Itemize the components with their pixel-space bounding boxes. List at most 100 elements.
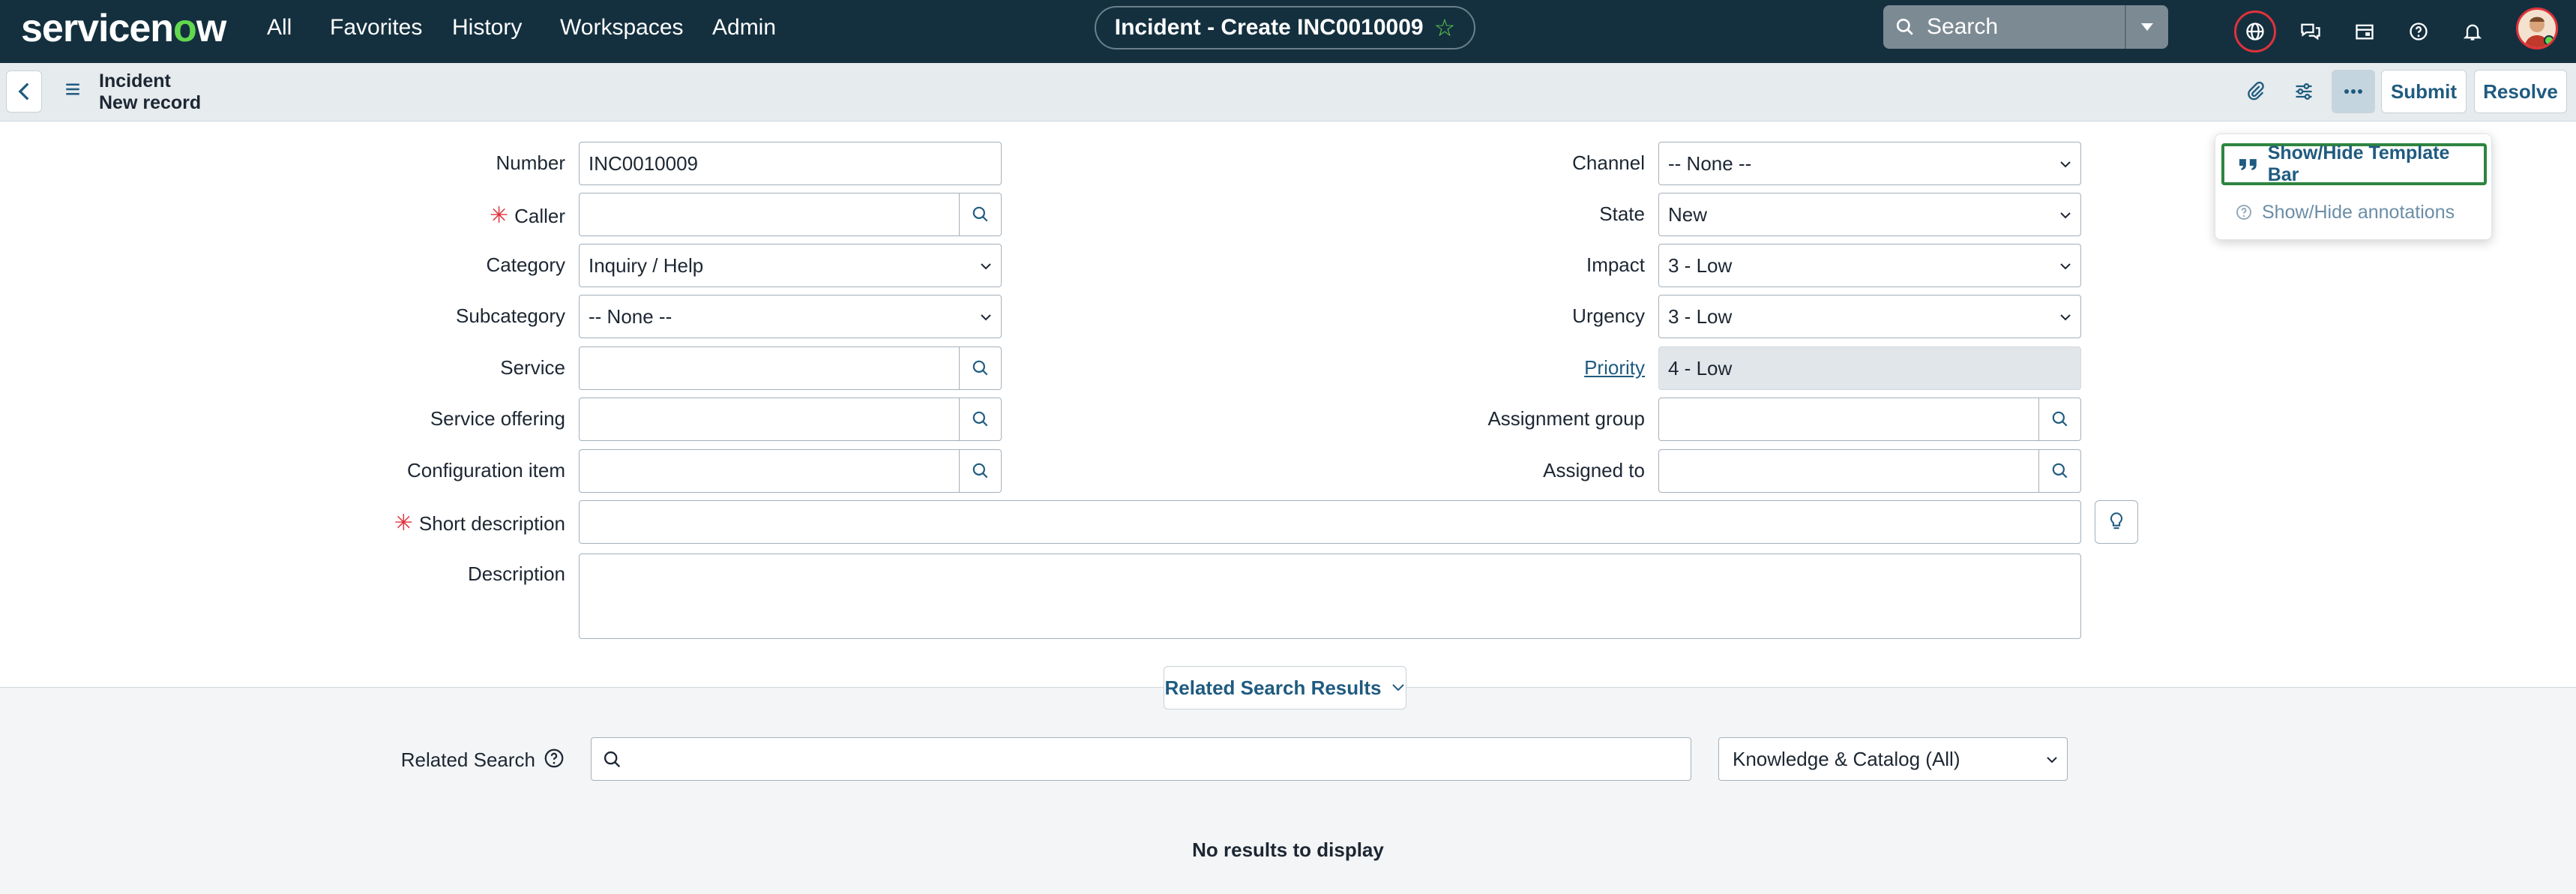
nav-item-history[interactable]: History <box>452 15 522 40</box>
help-icon[interactable] <box>2398 10 2440 52</box>
more-options-menu: Show/Hide Template Bar Show/Hide annotat… <box>2215 134 2492 240</box>
assignment-group-label: Assignment group <box>1487 407 1645 430</box>
globe-icon[interactable] <box>2234 10 2276 52</box>
logo-text-prefix: servicen <box>21 7 174 50</box>
related-search-input[interactable] <box>591 737 1691 781</box>
state-label: State <box>1599 202 1645 225</box>
nav-item-workspaces[interactable]: Workspaces <box>560 15 684 40</box>
menu-item-show-hide-annotations[interactable]: Show/Hide annotations <box>2221 191 2487 233</box>
form-context-menu-icon[interactable] <box>61 78 84 106</box>
channel-value: -- None -- <box>1668 152 1752 175</box>
chevron-down-icon <box>981 263 991 270</box>
calendar-icon[interactable] <box>2344 10 2386 52</box>
record-title: Incident New record <box>99 70 201 114</box>
presence-status-dot <box>2544 35 2554 46</box>
priority-label-link[interactable]: Priority <box>1424 356 1645 380</box>
record-context-title: Incident - Create INC0010009 <box>1114 15 1424 40</box>
lightbulb-suggestion-icon[interactable] <box>2095 500 2138 544</box>
user-avatar[interactable] <box>2516 8 2558 50</box>
assignment-group-lookup-search-icon[interactable] <box>2039 398 2081 441</box>
subcategory-select[interactable]: -- None -- <box>579 295 1002 338</box>
no-results-message: No results to display <box>1192 838 1384 861</box>
impact-label: Impact <box>1586 254 1645 276</box>
more-options-icon[interactable] <box>2332 70 2375 113</box>
related-search-label: Related Search <box>400 748 535 771</box>
short-description-field[interactable] <box>579 500 2081 544</box>
service-offering-label: Service offering <box>430 407 565 430</box>
record-table-name: Incident <box>99 70 171 92</box>
top-navigation-bar: servicenow All Favorites History Workspa… <box>0 0 2576 63</box>
subcategory-value: -- None -- <box>589 304 672 328</box>
related-search-results-label: Related Search Results <box>1164 676 1382 699</box>
related-search-results-toggle[interactable]: Related Search Results <box>1164 666 1406 710</box>
subcategory-label: Subcategory <box>456 304 565 327</box>
paperclip-icon[interactable] <box>2234 70 2278 113</box>
channel-label: Channel <box>1572 152 1645 174</box>
channel-select[interactable]: -- None -- <box>1658 142 2081 185</box>
caller-lookup-search-icon[interactable] <box>960 193 1002 236</box>
impact-value: 3 - Low <box>1668 254 1733 277</box>
nav-item-all[interactable]: All <box>267 15 292 40</box>
nav-item-favorites[interactable]: Favorites <box>330 15 422 40</box>
chevron-down-icon <box>2060 263 2071 270</box>
description-label: Description <box>467 562 565 585</box>
service-field[interactable] <box>579 346 960 390</box>
urgency-select[interactable]: 3 - Low <box>1658 295 2081 338</box>
resolve-button[interactable]: Resolve <box>2474 70 2567 113</box>
chevron-down-icon <box>2060 314 2071 321</box>
menu-item-label: Show/Hide annotations <box>2262 201 2455 223</box>
configuration-item-lookup-search-icon[interactable] <box>960 449 1002 493</box>
urgency-label: Urgency <box>1572 304 1645 327</box>
bell-icon[interactable] <box>2452 10 2494 52</box>
chat-icon[interactable] <box>2290 10 2332 52</box>
search-icon <box>604 751 621 768</box>
logo-text-o: o <box>173 7 197 50</box>
related-search-scope-select[interactable]: Knowledge & Catalog (All) <box>1718 737 2068 781</box>
impact-select[interactable]: 3 - Low <box>1658 244 2081 287</box>
state-select[interactable]: New <box>1658 193 2081 236</box>
submit-button[interactable]: Submit <box>2381 70 2467 113</box>
service-offering-lookup-search-icon[interactable] <box>960 398 1002 441</box>
short-description-label-text: Short description <box>418 512 565 535</box>
assigned-to-label: Assigned to <box>1543 459 1645 482</box>
quote-icon <box>2239 159 2257 170</box>
favorite-star-icon[interactable]: ☆ <box>1434 14 1456 42</box>
menu-item-label: Show/Hide Template Bar <box>2267 142 2450 185</box>
global-search[interactable]: Search <box>1883 5 2168 49</box>
related-search-help-icon[interactable] <box>543 747 565 775</box>
record-header: Incident New record Submit Resolve <box>0 63 2576 122</box>
state-value: New <box>1668 202 1708 226</box>
number-field[interactable]: INC0010009 <box>579 142 1002 185</box>
assigned-to-lookup-search-icon[interactable] <box>2039 449 2081 493</box>
record-context-pill[interactable]: Incident - Create INC0010009 ☆ <box>1095 6 1475 50</box>
nav-item-admin[interactable]: Admin <box>712 15 776 40</box>
chevron-down-icon <box>2060 212 2071 219</box>
assigned-to-field[interactable] <box>1658 449 2039 493</box>
back-button[interactable] <box>6 70 42 112</box>
category-label: Category <box>486 254 566 276</box>
search-icon <box>1883 17 1927 37</box>
search-scope-dropdown-icon[interactable] <box>2125 5 2168 49</box>
service-lookup-search-icon[interactable] <box>960 346 1002 390</box>
category-value: Inquiry / Help <box>589 254 704 277</box>
category-select[interactable]: Inquiry / Help <box>579 244 1002 287</box>
configuration-item-field[interactable] <box>579 449 960 493</box>
menu-item-show-hide-template-bar[interactable]: Show/Hide Template Bar <box>2221 142 2487 185</box>
required-asterisk-icon: ✳ <box>489 203 509 228</box>
search-placeholder[interactable]: Search <box>1927 14 2125 40</box>
related-search-scope-value: Knowledge & Catalog (All) <box>1733 747 1960 770</box>
service-label: Service <box>500 356 565 379</box>
caller-field[interactable] <box>579 193 960 236</box>
chevron-down-icon <box>2060 161 2071 168</box>
service-offering-field[interactable] <box>579 398 960 441</box>
urgency-value: 3 - Low <box>1668 304 1733 328</box>
chevron-down-icon <box>2047 757 2057 764</box>
chevron-down-icon <box>1391 684 1404 692</box>
servicenow-logo[interactable]: servicenow <box>21 6 226 51</box>
description-textarea[interactable] <box>579 554 2081 639</box>
related-search-section <box>0 687 2576 894</box>
chevron-down-icon <box>981 314 991 321</box>
assignment-group-field[interactable] <box>1658 398 2039 441</box>
personalize-form-icon[interactable] <box>2282 70 2326 113</box>
short-description-label: ✳ Short description <box>360 510 565 536</box>
